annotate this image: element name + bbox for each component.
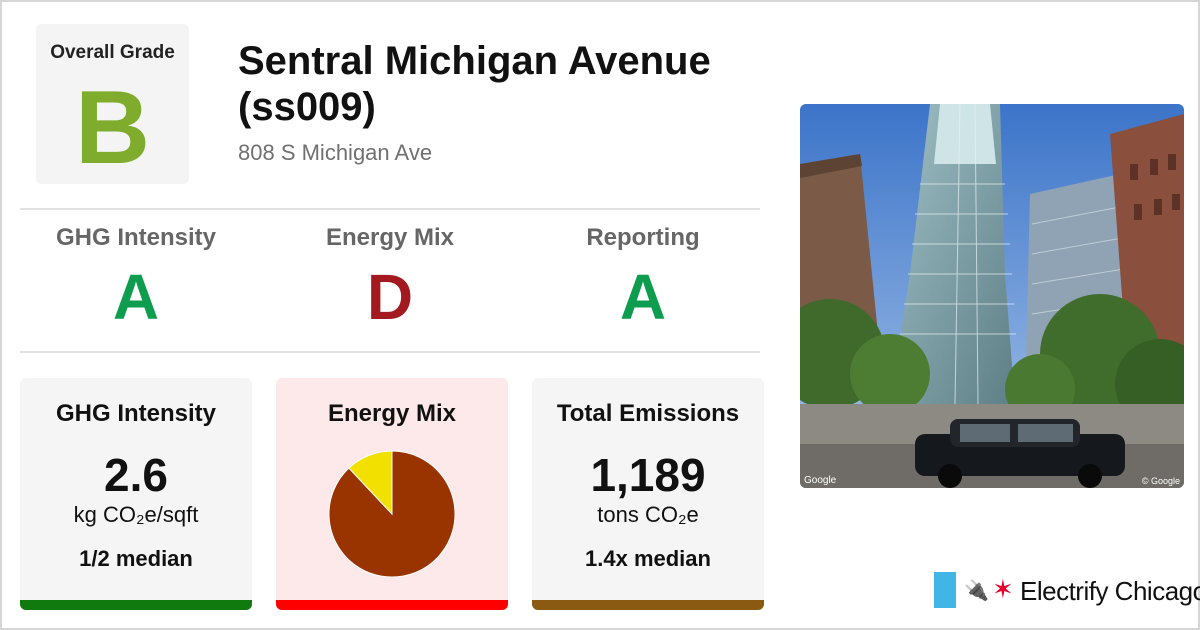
energy-mix-pie-chart — [328, 450, 456, 578]
ghg-card-title: GHG Intensity — [55, 400, 217, 427]
ghg-value: 2.6 — [104, 449, 168, 501]
star-icon: ✶ — [992, 574, 1014, 604]
emissions-value: 1,189 — [590, 449, 706, 501]
building-address: 808 S Michigan Ave — [238, 140, 433, 165]
energy-mix-grade: Energy Mix D — [270, 224, 510, 332]
plug-icon: 🔌 — [964, 580, 989, 602]
page-frame: Overall Grade B Sentral Michigan Avenue … — [0, 0, 1200, 630]
ghg-intensity-card: GHG Intensity 2.6 kg CO₂e/sqft 1/2 media… — [20, 378, 252, 610]
overall-grade-box: Overall Grade B — [36, 24, 189, 184]
divider-middle — [20, 351, 760, 353]
flag-stripe-icon — [934, 572, 956, 608]
ghg-card-bar — [20, 600, 252, 610]
emissions-unit: tons CO₂e — [597, 502, 699, 527]
energy-mix-card-title: Energy Mix — [327, 400, 457, 427]
energy-mix-grade-letter: D — [366, 261, 414, 333]
overall-grade-letter: B — [74, 70, 151, 186]
ghg-grade-label: GHG Intensity — [55, 224, 217, 251]
building-name: Sentral Michigan Avenue (ss009) — [238, 39, 711, 129]
photo-credit-right: © Google — [1141, 476, 1180, 486]
ghg-unit: kg CO₂e/sqft — [73, 502, 199, 527]
energy-mix-card-bar — [276, 600, 508, 610]
emissions-card-bar — [532, 600, 764, 610]
total-emissions-card: Total Emissions 1,189 tons CO₂e 1.4x med… — [532, 378, 764, 610]
reporting-grade-letter: A — [619, 261, 667, 333]
reporting-grade-label: Reporting — [586, 224, 700, 251]
brand-name: Electrify Chicago — [1020, 576, 1200, 606]
ghg-grade: GHG Intensity A — [16, 224, 256, 332]
energy-mix-card: Energy Mix — [276, 378, 508, 610]
ghg-median: 1/2 median — [79, 546, 193, 571]
building-photo: Google © Google — [800, 104, 1184, 488]
building-photo-illustration — [800, 104, 1184, 488]
energy-mix-grade-label: Energy Mix — [325, 224, 455, 251]
overall-grade-label: Overall Grade — [50, 42, 175, 63]
ghg-grade-letter: A — [112, 261, 160, 333]
divider-top — [20, 208, 760, 210]
photo-credit-left: Google — [804, 475, 837, 486]
emissions-card-title: Total Emissions — [556, 400, 740, 427]
reporting-grade: Reporting A — [523, 224, 763, 332]
emissions-median: 1.4x median — [585, 546, 711, 571]
